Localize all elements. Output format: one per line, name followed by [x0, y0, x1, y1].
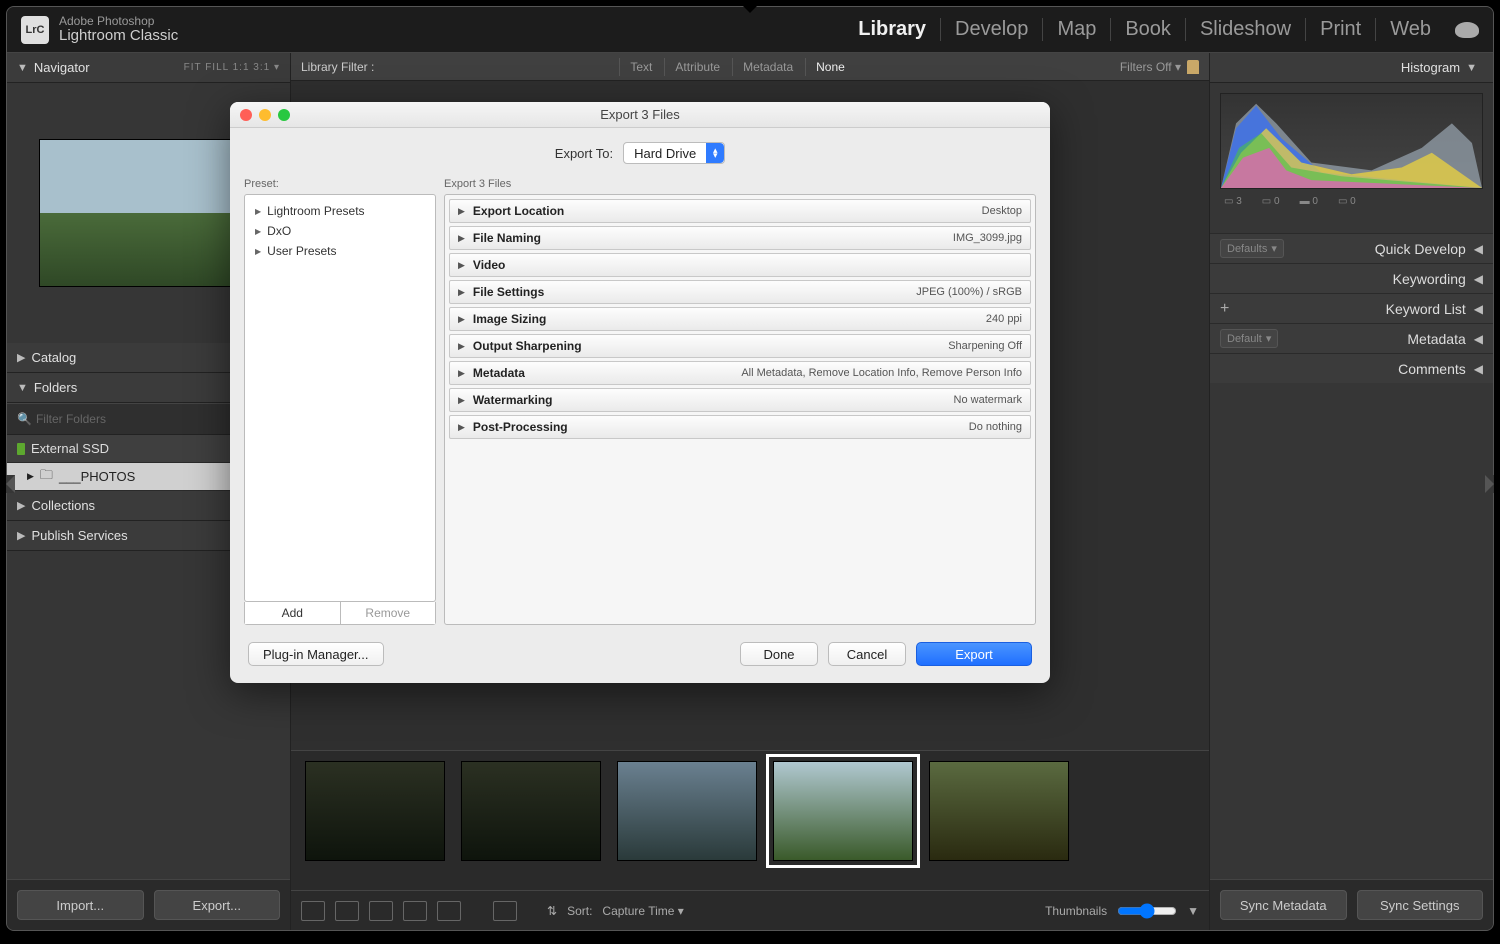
metadata-header[interactable]: Default ▾ Metadata◀: [1210, 323, 1493, 353]
filter-label: Library Filter :: [301, 60, 374, 74]
view-loupe-icon[interactable]: [335, 901, 359, 921]
done-button[interactable]: Done: [740, 642, 818, 666]
sync-metadata-button[interactable]: Sync Metadata: [1220, 890, 1347, 920]
module-book[interactable]: Book: [1111, 18, 1186, 41]
keywording-header[interactable]: Keywording◀: [1210, 263, 1493, 293]
keyword-list-header[interactable]: +Keyword List◀: [1210, 293, 1493, 323]
sort-label: Sort:: [567, 904, 592, 918]
settings-label: Export 3 Files: [444, 178, 1036, 190]
metadata-set-dropdown[interactable]: Default ▾: [1220, 329, 1278, 348]
export-section-file-naming[interactable]: File NamingIMG_3099.jpg: [449, 226, 1031, 250]
app-logo: LrC: [21, 16, 49, 44]
remove-preset-button: Remove: [341, 602, 436, 624]
export-section-watermarking[interactable]: WatermarkingNo watermark: [449, 388, 1031, 412]
add-preset-button[interactable]: Add: [245, 602, 341, 624]
thumbnail-size-slider[interactable]: [1117, 903, 1177, 919]
export-to-select[interactable]: Hard Drive ▴▾: [623, 142, 725, 164]
view-people-icon[interactable]: [437, 901, 461, 921]
view-survey-icon[interactable]: [403, 901, 427, 921]
export-button[interactable]: Export...: [154, 890, 281, 920]
app-title: Adobe Photoshop Lightroom Classic: [59, 15, 178, 45]
preset-group[interactable]: User Presets: [245, 241, 435, 261]
painter-icon[interactable]: [493, 901, 517, 921]
sort-dropdown[interactable]: Capture Time ▾: [602, 904, 683, 918]
export-section-video[interactable]: Video: [449, 253, 1031, 277]
navigator-zoom[interactable]: FIT FILL 1:1 3:1 ▾: [184, 62, 280, 73]
lock-icon[interactable]: [1187, 60, 1199, 74]
right-panel-toggle[interactable]: [1485, 475, 1494, 493]
filter-tab-metadata[interactable]: Metadata: [732, 58, 803, 76]
defaults-dropdown[interactable]: Defaults ▾: [1220, 239, 1284, 258]
preset-list[interactable]: Lightroom Presets DxO User Presets: [244, 194, 436, 602]
sort-order-icon[interactable]: ⇅: [547, 904, 557, 918]
histogram-header[interactable]: Histogram▼: [1210, 53, 1493, 83]
filmstrip-thumb[interactable]: [461, 761, 601, 861]
export-section-file-settings[interactable]: File SettingsJPEG (100%) / sRGB: [449, 280, 1031, 304]
import-button[interactable]: Import...: [17, 890, 144, 920]
top-notch: [743, 6, 757, 13]
plugin-manager-button[interactable]: Plug-in Manager...: [248, 642, 384, 666]
disk-icon: [17, 443, 25, 455]
folder-icon: 🗀: [40, 466, 53, 488]
filter-tab-text[interactable]: Text: [619, 58, 662, 76]
filmstrip-thumb-selected[interactable]: [773, 761, 913, 861]
export-settings: Export LocationDesktop File NamingIMG_309…: [444, 194, 1036, 625]
export-to-label: Export To:: [555, 146, 613, 161]
filmstrip: [291, 750, 1209, 890]
export-section-image-sizing[interactable]: Image Sizing240 ppi: [449, 307, 1031, 331]
preset-group[interactable]: Lightroom Presets: [245, 201, 435, 221]
dialog-title: Export 3 Files: [230, 107, 1050, 122]
module-web[interactable]: Web: [1376, 18, 1445, 41]
cloud-sync-icon[interactable]: [1455, 22, 1479, 38]
sync-settings-button[interactable]: Sync Settings: [1357, 890, 1484, 920]
module-library[interactable]: Library: [844, 18, 941, 41]
filmstrip-thumb[interactable]: [929, 761, 1069, 861]
dialog-titlebar[interactable]: Export 3 Files: [230, 102, 1050, 128]
library-filter-bar: Library Filter : Text Attribute Metadata…: [291, 53, 1209, 81]
filters-off-dropdown[interactable]: Filters Off ▾: [1120, 60, 1181, 74]
right-panel: Histogram▼ ▭ 3 ▭ 0 ▬ 0 ▭ 0: [1209, 53, 1493, 930]
navigator-header[interactable]: ▼ Navigator FIT FILL 1:1 3:1 ▾: [7, 53, 290, 83]
filmstrip-thumb[interactable]: [617, 761, 757, 861]
app-header: LrC Adobe Photoshop Lightroom Classic Li…: [7, 7, 1493, 53]
module-map[interactable]: Map: [1043, 18, 1111, 41]
filmstrip-thumb[interactable]: [305, 761, 445, 861]
bottom-toolbar: ⇅ Sort: Capture Time ▾ Thumbnails ▼: [291, 890, 1209, 930]
export-section-export-location[interactable]: Export LocationDesktop: [449, 199, 1031, 223]
view-grid-icon[interactable]: [301, 901, 325, 921]
filter-tab-attribute[interactable]: Attribute: [664, 58, 730, 76]
preset-group[interactable]: DxO: [245, 221, 435, 241]
module-slideshow[interactable]: Slideshow: [1186, 18, 1306, 41]
cancel-button[interactable]: Cancel: [828, 642, 906, 666]
module-print[interactable]: Print: [1306, 18, 1376, 41]
preset-label: Preset:: [244, 178, 436, 190]
plus-icon[interactable]: +: [1220, 300, 1229, 318]
histogram-info: ▭ 3 ▭ 0 ▬ 0 ▭ 0: [1220, 189, 1483, 213]
module-develop[interactable]: Develop: [941, 18, 1043, 41]
left-panel-toggle[interactable]: [6, 475, 15, 493]
export-confirm-button[interactable]: Export: [916, 642, 1032, 666]
comments-header[interactable]: Comments◀: [1210, 353, 1493, 383]
chevron-updown-icon: ▴▾: [706, 143, 724, 163]
toolbar-menu-icon[interactable]: ▼: [1187, 904, 1199, 918]
export-section-post-processing[interactable]: Post-ProcessingDo nothing: [449, 415, 1031, 439]
view-compare-icon[interactable]: [369, 901, 393, 921]
export-section-metadata[interactable]: MetadataAll Metadata, Remove Location In…: [449, 361, 1031, 385]
module-picker: Library Develop Map Book Slideshow Print…: [844, 18, 1479, 41]
histogram[interactable]: [1220, 93, 1483, 189]
filter-tab-none[interactable]: None: [805, 58, 855, 76]
preview-image: [39, 139, 259, 287]
chevron-down-icon: ▼: [17, 62, 28, 74]
export-dialog: Export 3 Files Export To: Hard Drive ▴▾ …: [230, 102, 1050, 683]
quick-develop-header[interactable]: Defaults ▾ Quick Develop◀: [1210, 233, 1493, 263]
export-section-output-sharpening[interactable]: Output SharpeningSharpening Off: [449, 334, 1031, 358]
thumbnails-label: Thumbnails: [1045, 904, 1107, 918]
